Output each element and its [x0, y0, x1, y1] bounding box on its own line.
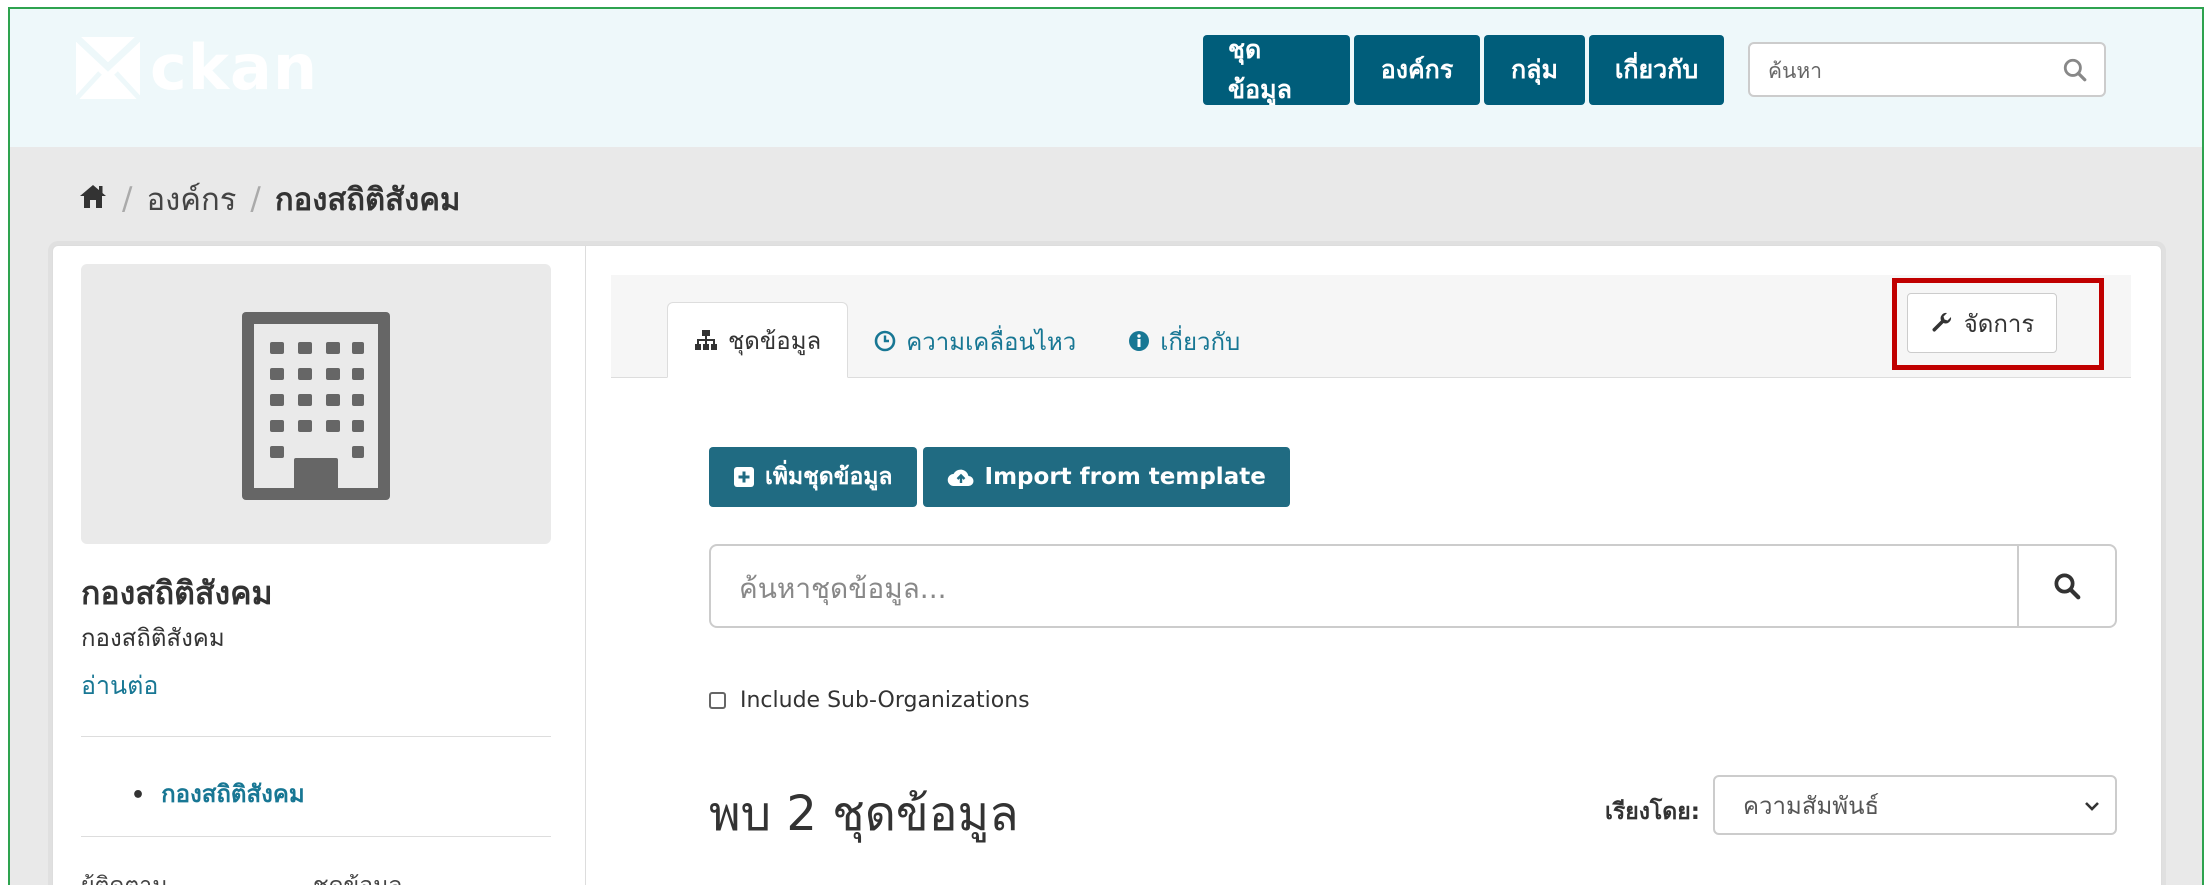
- sidebar: กองสถิติสังคม กองสถิติสังคม อ่านต่อ • กอง…: [53, 246, 586, 885]
- dataset-search-button[interactable]: [2019, 546, 2115, 626]
- manage-button[interactable]: จัดการ: [1907, 293, 2057, 353]
- browser-frame: ckan ชุดข้อมูล องค์กร กลุ่ม เกี่ยวกับ / …: [8, 7, 2204, 885]
- search-icon[interactable]: [2062, 57, 2088, 87]
- primary-content: ชุดข้อมูล ความเคลื่อนไหว เกี่ยวกับ จัดกา…: [611, 246, 2151, 885]
- sort-label: เรียงโดย:: [1605, 799, 1700, 825]
- breadcrumb-separator: /: [122, 181, 133, 217]
- org-description: กองสถิติสังคม: [81, 624, 225, 652]
- include-sub-orgs-checkbox[interactable]: [709, 692, 726, 709]
- site-search: [1748, 42, 2106, 97]
- tab-activity-label: ความเคลื่อนไหว: [906, 327, 1077, 356]
- logo-text: ckan: [150, 31, 318, 104]
- breadcrumb-current[interactable]: กองสถิติสังคม: [275, 174, 461, 224]
- clock-icon: [874, 330, 896, 352]
- tab-datasets[interactable]: ชุดข้อมูล: [667, 302, 849, 378]
- home-icon[interactable]: [78, 181, 108, 217]
- org-image[interactable]: [81, 264, 551, 544]
- import-template-label: Import from template: [984, 464, 1266, 490]
- nav-datasets[interactable]: ชุดข้อมูล: [1203, 35, 1350, 105]
- nav-about[interactable]: เกี่ยวกับ: [1589, 35, 1724, 105]
- org-tree: • กองสถิติสังคม: [131, 774, 305, 813]
- building-icon: [242, 312, 390, 500]
- wrench-icon: [1932, 312, 1951, 332]
- masthead: ckan ชุดข้อมูล องค์กร กลุ่ม เกี่ยวกับ: [10, 9, 2202, 147]
- breadcrumb: / องค์กร / กองสถิติสังคม: [78, 174, 460, 224]
- breadcrumb-organizations[interactable]: องค์กร: [146, 174, 236, 224]
- content-wrapper: กองสถิติสังคม กองสถิติสังคม อ่านต่อ • กอง…: [52, 245, 2162, 885]
- divider: [81, 736, 551, 737]
- include-sub-orgs: Include Sub-Organizations: [709, 688, 1030, 713]
- dataset-search: [709, 544, 2117, 628]
- ckan-logo-icon: [76, 37, 140, 99]
- nav-organizations[interactable]: องค์กร: [1354, 35, 1480, 105]
- read-more-link[interactable]: อ่านต่อ: [81, 666, 158, 706]
- page-header: ชุดข้อมูล ความเคลื่อนไหว เกี่ยวกับ จัดกา…: [611, 275, 2131, 378]
- sort-select[interactable]: ความสัมพันธ์: [1713, 775, 2117, 835]
- breadcrumb-separator: /: [250, 181, 261, 217]
- tab-about[interactable]: เกี่ยวกับ: [1102, 304, 1266, 378]
- action-row: เพิ่มชุดข้อมูล Import from template: [709, 447, 1290, 507]
- results-count: พบ 2 ชุดข้อมูล: [709, 786, 1019, 842]
- followers-label: ผู้ติดตาม: [81, 868, 167, 885]
- sort-selected-value: ความสัมพันธ์: [1743, 791, 1880, 820]
- manage-button-label: จัดการ: [1963, 309, 2035, 338]
- nav-groups[interactable]: กลุ่ม: [1484, 35, 1585, 105]
- org-title: กองสถิติสังคม: [81, 574, 273, 612]
- divider: [81, 836, 551, 837]
- tree-item-link[interactable]: กองสถิติสังคม: [161, 780, 305, 808]
- ckan-logo[interactable]: ckan: [76, 36, 318, 100]
- plus-square-icon: [734, 467, 754, 487]
- datasets-label: ชุดข้อมูล: [313, 868, 402, 885]
- bullet: •: [131, 783, 146, 808]
- cloud-upload-icon: [947, 469, 974, 487]
- tab-datasets-label: ชุดข้อมูล: [728, 326, 822, 355]
- chevron-down-icon: [2085, 802, 2099, 811]
- add-dataset-label: เพิ่มชุดข้อมูล: [765, 464, 893, 490]
- include-sub-orgs-label[interactable]: Include Sub-Organizations: [740, 688, 1030, 713]
- site-search-input[interactable]: [1766, 52, 2040, 90]
- dataset-search-input[interactable]: [737, 566, 2021, 610]
- main-nav: ชุดข้อมูล องค์กร กลุ่ม เกี่ยวกับ: [1203, 35, 1724, 105]
- tabs: ชุดข้อมูล ความเคลื่อนไหว เกี่ยวกับ: [667, 302, 1266, 378]
- search-icon: [2054, 573, 2081, 600]
- sitemap-icon: [695, 330, 717, 350]
- add-dataset-button[interactable]: เพิ่มชุดข้อมูล: [709, 447, 917, 507]
- info-icon: [1129, 331, 1150, 351]
- tab-activity[interactable]: ความเคลื่อนไหว: [848, 304, 1102, 378]
- tab-about-label: เกี่ยวกับ: [1160, 327, 1241, 356]
- import-template-button[interactable]: Import from template: [922, 447, 1290, 507]
